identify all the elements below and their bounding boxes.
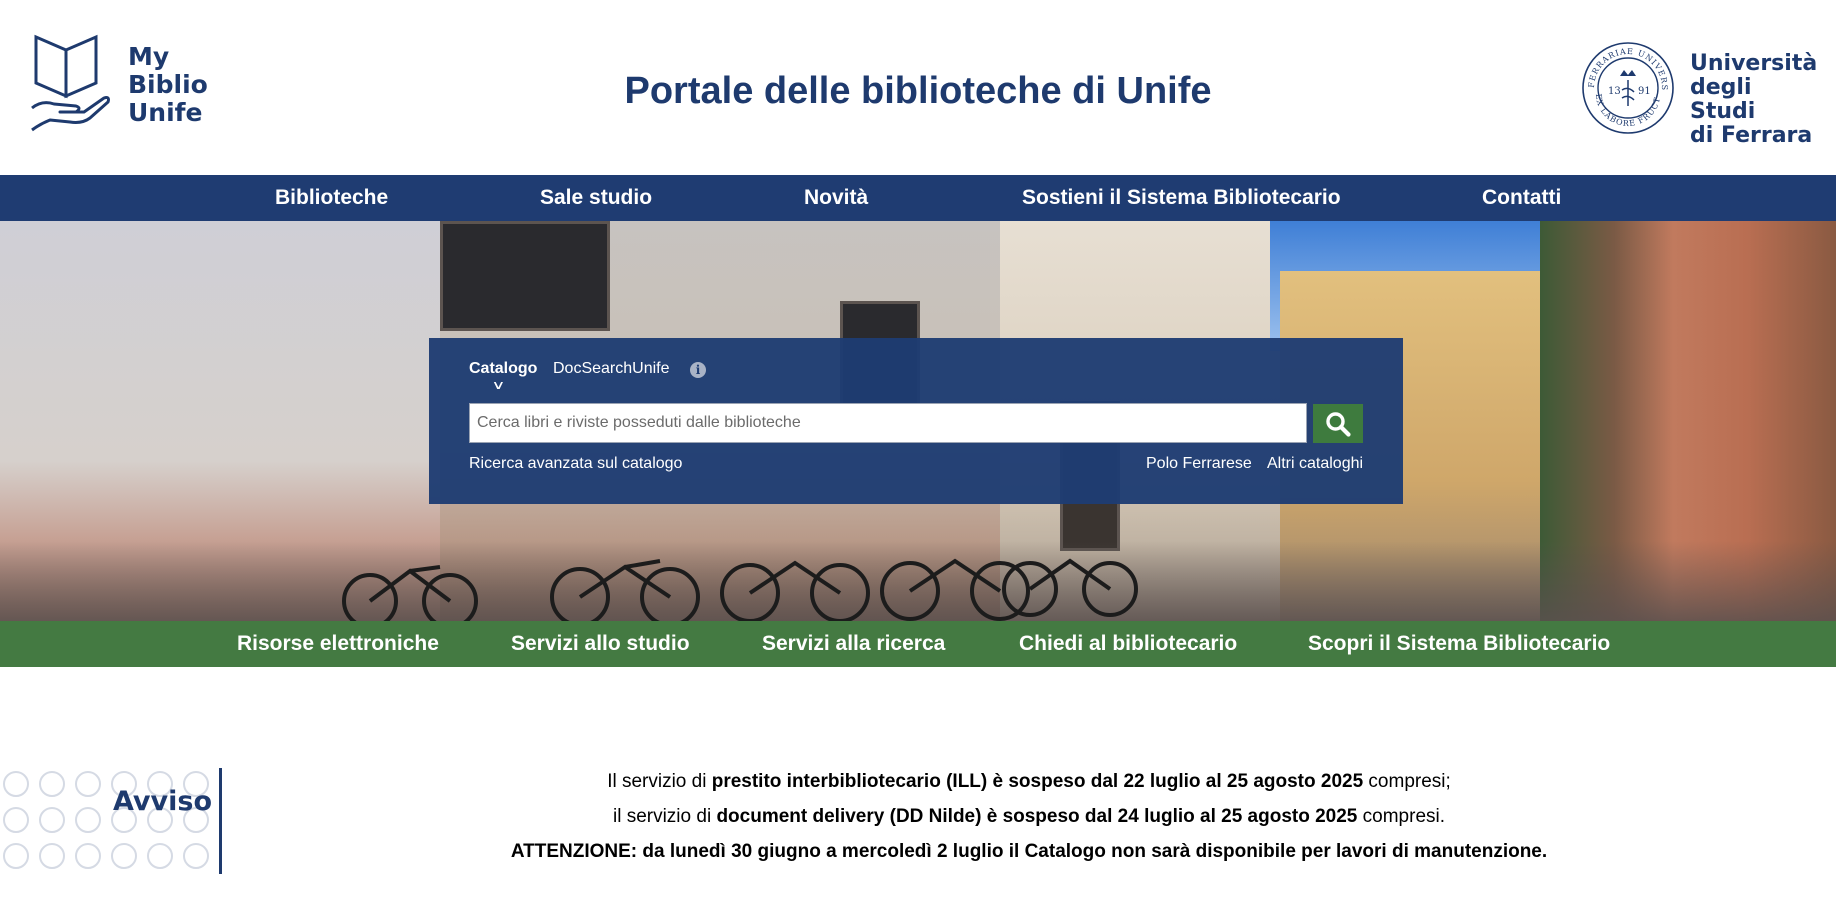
nav-servizi-ricerca[interactable]: Servizi alla ricerca [762,621,945,667]
polo-ferrarese-link[interactable]: Polo Ferrarese [1146,455,1252,473]
notice-line-3-bold: ATTENZIONE: da lunedì 30 giugno a mercol… [510,841,1548,862]
notice-label: Avviso [113,786,213,817]
hero-window [440,221,610,331]
tab-docsearchunife[interactable]: DocSearchUnife [553,360,670,378]
notice-line-1-bold: prestito interbibliotecario (ILL) è sosp… [711,771,1364,792]
bicycles-icon [342,558,1138,621]
nav-contatti[interactable]: Contatti [1482,175,1561,221]
advanced-search-link[interactable]: Ricerca avanzata sul catalogo [469,455,682,473]
decorative-pattern-icon [3,771,209,869]
unife-logo-text: Università degli Studi di Ferrara [1690,52,1817,148]
nav-risorse-elettroniche[interactable]: Risorse elettroniche [237,621,439,667]
svg-text:FERRARIAE UNIVERSITAS: FERRARIAE UNIVERSITAS [1580,40,1669,91]
unife-line-2: degli Studi [1690,75,1756,124]
info-icon[interactable]: i [690,362,706,378]
chevron-down-icon: ∨ [491,378,506,392]
logo-line-1: My [128,42,170,71]
nav-scopri-sistema[interactable]: Scopri il Sistema Bibliotecario [1308,621,1610,667]
nav-servizi-studio[interactable]: Servizi allo studio [511,621,690,667]
notice-line-2-pre: il servizio di [612,806,717,827]
unife-logo[interactable]: FERRARIAE UNIVERSITAS EX LABORE FRUCTUS … [1580,40,1817,148]
nav-sale-studio[interactable]: Sale studio [540,175,652,221]
unife-line-3: di Ferrara [1690,123,1813,148]
hero-banner: Catalogo ∨ DocSearchUnife i Ricerca avan… [0,221,1836,621]
notice-line-2: il servizio di document delivery (DD Nil… [222,806,1836,828]
search-button[interactable] [1313,404,1363,443]
notice-label-box: Avviso [0,768,222,874]
magnifier-icon [1326,412,1351,437]
search-panel: Catalogo ∨ DocSearchUnife i Ricerca avan… [429,338,1403,504]
nav-novita[interactable]: Novità [804,175,868,221]
notice-line-2-bold: document delivery (DD Nilde) è sospeso d… [716,806,1358,827]
notice-line-3: ATTENZIONE: da lunedì 30 giugno a mercol… [222,841,1836,863]
site-header: My Biblio Unife Portale delle bibliotech… [0,0,1836,175]
page-title: Portale delle biblioteche di Unife [624,70,1212,112]
unife-line-1: Università [1690,51,1818,76]
seal-year-right: 91 [1638,86,1651,97]
notice-line-1-post: compresi; [1363,771,1451,792]
seal-top-text: FERRARIAE UNIVERSITAS [1580,40,1668,91]
seal-year-left: 13 [1608,86,1621,97]
altri-cataloghi-link[interactable]: Altri cataloghi [1267,455,1363,473]
nav-chiedi-bibliotecario[interactable]: Chiedi al bibliotecario [1019,621,1237,667]
notice-line-2-post: compresi. [1357,806,1446,827]
nav-sostieni[interactable]: Sostieni il Sistema Bibliotecario [1022,175,1341,221]
university-seal-icon: FERRARIAE UNIVERSITAS EX LABORE FRUCTUS … [1580,40,1674,134]
catalog-search-input[interactable] [469,403,1307,443]
tab-catalogo[interactable]: Catalogo [469,360,537,378]
nav-biblioteche[interactable]: Biblioteche [275,175,388,221]
main-navigation: Biblioteche Sale studio Novità Sostieni … [0,175,1836,221]
notice-line-1: Il servizio di prestito interbibliotecar… [222,771,1836,793]
services-navigation: Risorse elettroniche Servizi allo studio… [0,621,1836,667]
notice-line-1-pre: Il servizio di [607,771,712,792]
